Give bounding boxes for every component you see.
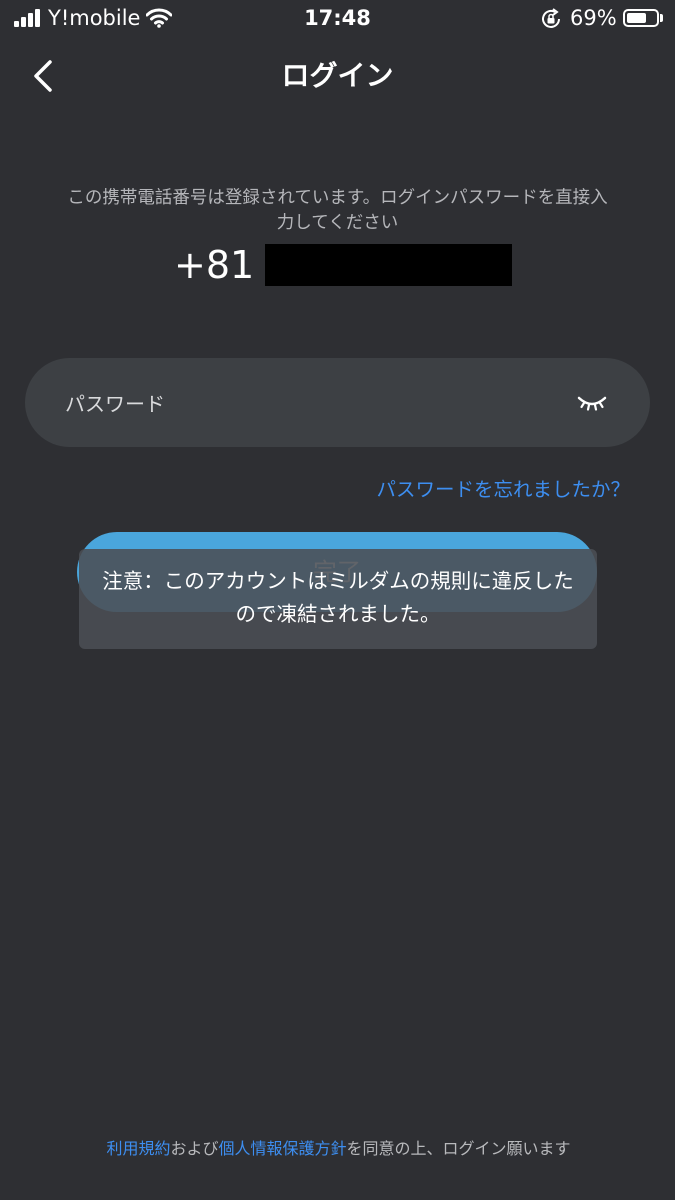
forgot-password-link[interactable]: パスワードを忘れましたか？ bbox=[376, 475, 630, 505]
battery-percent: 69% bbox=[570, 6, 617, 30]
country-code: +81 bbox=[174, 243, 255, 287]
rotation-lock-icon bbox=[542, 8, 560, 28]
registered-notice: この携帯電話番号は登録されています。ログインパスワードを直接入力してください bbox=[67, 188, 608, 233]
battery-level bbox=[627, 13, 646, 23]
privacy-link[interactable]: 個人情報保護方針 bbox=[219, 1139, 347, 1158]
eye-closed-icon[interactable] bbox=[576, 388, 608, 416]
password-input[interactable] bbox=[63, 380, 547, 427]
terms-footer: 利用規約および個人情報保護方針を同意の上、ログイン願います bbox=[96, 1137, 581, 1161]
battery-icon bbox=[623, 9, 659, 27]
toast-message: 注意：このアカウントはミルダムの規則に違反したので凍結されました。 bbox=[102, 569, 574, 626]
terms-link[interactable]: 利用規約 bbox=[106, 1139, 170, 1158]
phone-number-redaction bbox=[265, 244, 512, 286]
page-title: ログイン bbox=[281, 59, 394, 92]
footer-suffix: を同意の上、ログイン願います bbox=[346, 1139, 571, 1158]
status-bar: Y!mobile 17:48 69% bbox=[0, 0, 675, 40]
password-field bbox=[25, 358, 650, 447]
account-frozen-toast: 注意：このアカウントはミルダムの規則に違反したので凍結されました。 bbox=[79, 549, 597, 649]
footer-and: および bbox=[170, 1139, 219, 1158]
battery-tip bbox=[660, 14, 663, 22]
